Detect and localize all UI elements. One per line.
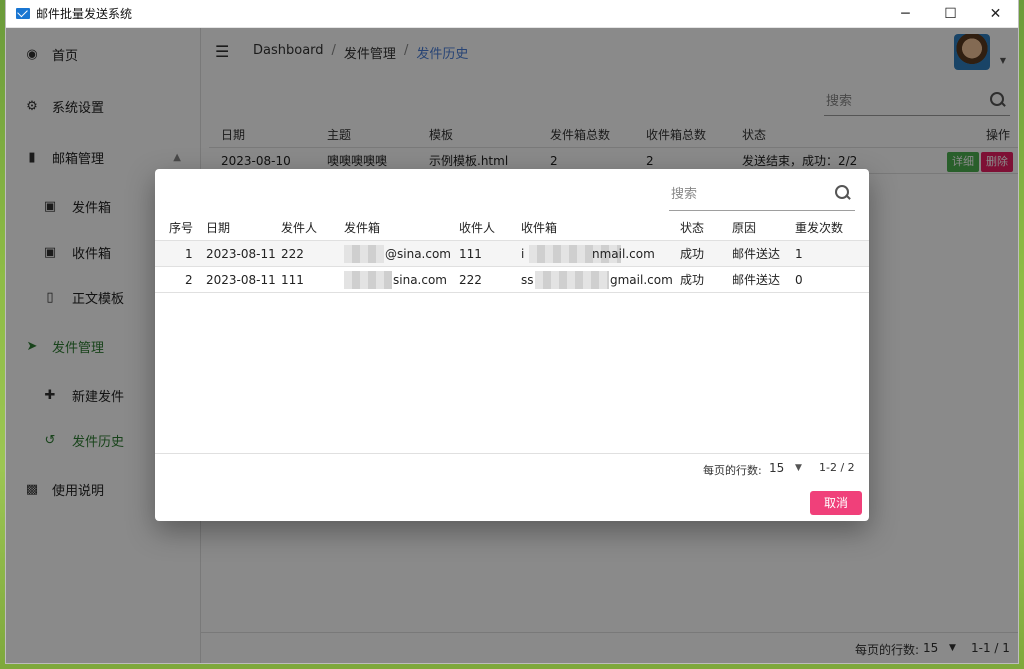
cell-receiver: 111 — [459, 247, 482, 261]
detail-table: 序号 日期 发件人 发件箱 收件人 收件箱 状态 原因 重发次数 1 2023-… — [155, 215, 869, 293]
search-icon[interactable] — [835, 184, 851, 201]
column-header[interactable]: 收件箱 — [521, 215, 557, 241]
cell-index: 2 — [185, 273, 193, 287]
cell-receiver-prefix: i — [521, 247, 525, 261]
column-header[interactable]: 发件箱 — [344, 215, 380, 241]
cell-retries: 1 — [795, 247, 803, 261]
window-title: 邮件批量发送系统 — [36, 7, 133, 21]
cell-receiver-prefix: ss — [521, 273, 534, 287]
cell-date: 2023-08-11 — [206, 273, 276, 287]
cell-receiver-box: gmail.com — [610, 273, 673, 287]
caret-down-icon[interactable]: ▼ — [795, 463, 802, 473]
minimize-button[interactable]: ─ — [883, 0, 928, 28]
maximize-button[interactable]: ☐ — [928, 0, 973, 28]
page-range: 1-2 / 2 — [819, 461, 855, 474]
cell-retries: 0 — [795, 273, 803, 287]
cell-status: 成功 — [680, 247, 705, 261]
column-header[interactable]: 状态 — [680, 215, 704, 241]
cell-receiver: 222 — [459, 273, 482, 287]
detail-dialog: 搜索 序号 日期 发件人 发件箱 收件人 收件箱 状态 原因 重发次数 1 20… — [155, 169, 869, 521]
redacted-block — [535, 271, 609, 289]
dialog-search-input[interactable]: 搜索 — [669, 175, 855, 211]
search-placeholder: 搜索 — [671, 187, 698, 202]
cell-sender-box: sina.com — [393, 273, 447, 287]
redacted-block — [344, 245, 384, 263]
rows-per-page-label: 每页的行数: — [703, 464, 762, 477]
close-button[interactable]: ✕ — [973, 0, 1018, 28]
rows-per-page-select[interactable]: 15 — [769, 461, 784, 475]
title-bar: 邮件批量发送系统 ─ ☐ ✕ — [6, 0, 1018, 28]
column-header[interactable]: 收件人 — [459, 215, 495, 241]
column-header[interactable]: 日期 — [206, 215, 230, 241]
cell-index: 1 — [185, 247, 193, 261]
cancel-button[interactable]: 取消 — [810, 491, 862, 515]
divider — [155, 453, 869, 454]
cell-reason: 邮件送达 — [732, 273, 781, 287]
column-header[interactable]: 重发次数 — [795, 215, 843, 241]
column-header[interactable]: 原因 — [732, 215, 756, 241]
redacted-block — [344, 271, 392, 289]
cell-date: 2023-08-11 — [206, 247, 276, 261]
table-row[interactable]: 1 2023-08-11 222 @sina.com 111 i nmail.c… — [155, 241, 869, 267]
cell-sender-box: @sina.com — [385, 247, 451, 261]
table-header-row: 序号 日期 发件人 发件箱 收件人 收件箱 状态 原因 重发次数 — [155, 215, 869, 241]
cell-reason: 邮件送达 — [732, 247, 781, 261]
window-controls: ─ ☐ ✕ — [883, 0, 1018, 28]
cell-status: 成功 — [680, 273, 705, 287]
cell-receiver-box: nmail.com — [592, 247, 655, 261]
column-header[interactable]: 发件人 — [281, 215, 317, 241]
cell-sender: 111 — [281, 273, 304, 287]
mail-icon — [16, 8, 30, 19]
cell-sender: 222 — [281, 247, 304, 261]
column-header[interactable]: 序号 — [169, 215, 193, 241]
table-row[interactable]: 2 2023-08-11 111 sina.com 222 ss gmail.c… — [155, 267, 869, 293]
